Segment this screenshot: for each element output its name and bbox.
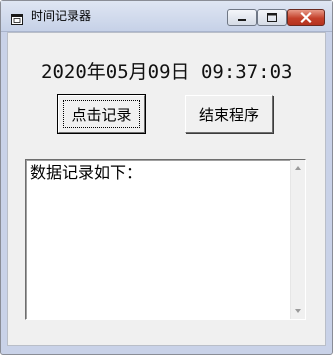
log-text: 数据记录如下：	[30, 163, 143, 182]
maximize-button[interactable]	[257, 9, 287, 26]
client-area: 2020年05月09日 09:37:03 点击记录 结束程序 数据记录如下：	[7, 32, 326, 346]
exit-button-label: 结束程序	[198, 105, 259, 124]
close-icon	[300, 11, 312, 24]
title-bar[interactable]: 时间记录器	[1, 1, 332, 32]
minimize-button[interactable]	[227, 9, 257, 26]
close-button[interactable]	[287, 9, 325, 26]
maximize-icon	[267, 13, 277, 22]
scroll-down-arrow-icon[interactable]	[295, 309, 301, 313]
minimize-icon	[238, 19, 246, 21]
log-textarea[interactable]: 数据记录如下：	[25, 159, 306, 320]
app-icon	[11, 10, 23, 25]
window-title: 时间记录器	[31, 9, 92, 23]
app-window: 时间记录器 2020年05月09日 09:37:03 点击记录 结束程序 数据记…	[0, 0, 333, 355]
record-button-label: 点击记录	[71, 105, 132, 124]
vertical-scrollbar[interactable]	[290, 160, 305, 319]
datetime-display: 2020年05月09日 09:37:03	[41, 61, 293, 83]
exit-button[interactable]: 结束程序	[185, 95, 273, 133]
scroll-up-arrow-icon[interactable]	[295, 166, 301, 170]
record-button[interactable]: 点击记录	[57, 94, 146, 134]
